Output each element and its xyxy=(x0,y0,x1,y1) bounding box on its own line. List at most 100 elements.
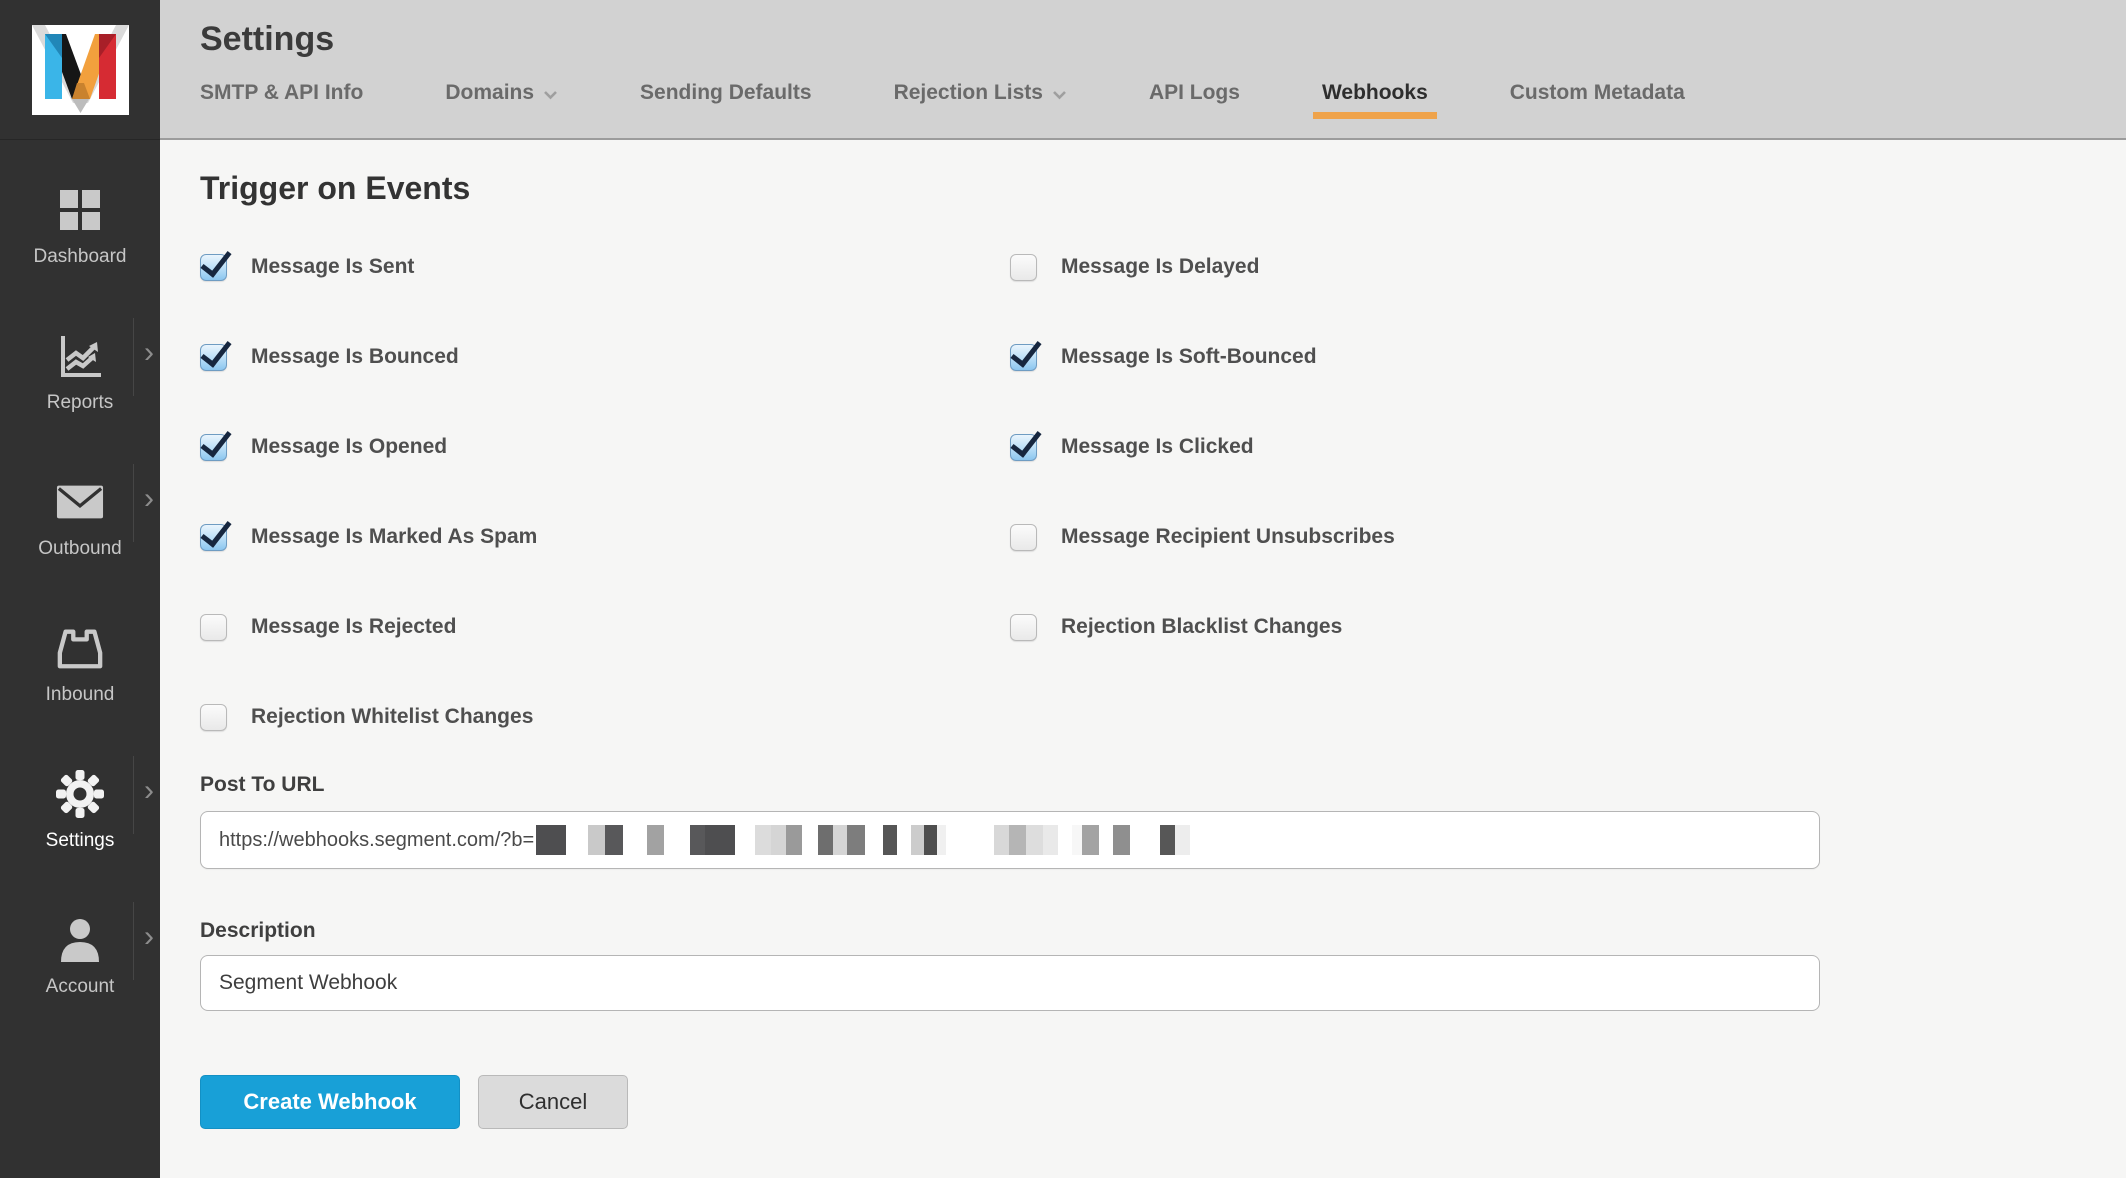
redacted-block xyxy=(690,825,705,855)
sidebar-item-label: Reports xyxy=(47,392,114,414)
tab-webhooks[interactable]: Webhooks xyxy=(1322,81,1428,119)
redacted-block xyxy=(833,825,847,855)
event-row-message-is-soft-bounced: Message Is Soft-Bounced xyxy=(1010,343,1395,371)
event-label: Rejection Whitelist Changes xyxy=(251,705,533,729)
sidebar-nav: DashboardReports›Outbound›InboundSetting… xyxy=(0,140,160,1030)
event-label: Message Is Rejected xyxy=(251,615,456,639)
form-actions: Create Webhook Cancel xyxy=(200,1075,2126,1129)
redacted-block xyxy=(937,825,946,855)
dashboard-grid-icon xyxy=(56,186,104,234)
event-checkbox-rejection-blacklist-changes[interactable] xyxy=(1010,614,1037,641)
tab-rejection-lists[interactable]: Rejection Lists xyxy=(894,81,1067,119)
redacted-url-blocks xyxy=(536,825,1190,855)
chevron-right-icon[interactable]: › xyxy=(144,484,154,514)
redacted-block xyxy=(1043,825,1058,855)
sidebar-item-outbound[interactable]: Outbound› xyxy=(0,446,160,592)
event-label: Message Is Marked As Spam xyxy=(251,525,537,549)
event-checkbox-message-is-rejected[interactable] xyxy=(200,614,227,641)
event-checkbox-message-is-clicked[interactable] xyxy=(1010,434,1037,461)
outbound-envelope-icon xyxy=(56,478,104,526)
redacted-block xyxy=(883,825,897,855)
chevron-right-icon[interactable]: › xyxy=(144,776,154,806)
event-row-message-is-rejected: Message Is Rejected xyxy=(200,613,1010,641)
post-to-url-input[interactable]: https://webhooks.segment.com/?b= xyxy=(200,811,1820,869)
tab-label: SMTP & API Info xyxy=(200,81,363,105)
description-label: Description xyxy=(200,919,2126,943)
tab-sending-defaults[interactable]: Sending Defaults xyxy=(640,81,812,119)
redacted-block xyxy=(705,825,735,855)
tab-label: Rejection Lists xyxy=(894,81,1043,105)
redacted-block xyxy=(605,825,623,855)
redacted-block xyxy=(786,825,802,855)
event-checkbox-message-recipient-unsubscribes[interactable] xyxy=(1010,524,1037,551)
cancel-button[interactable]: Cancel xyxy=(478,1075,628,1129)
sidebar-item-reports[interactable]: Reports › xyxy=(0,300,160,446)
redacted-block xyxy=(1072,825,1082,855)
event-checkbox-message-is-marked-as-spam[interactable] xyxy=(200,524,227,551)
settings-tab-bar: SMTP & API Info Domains Sending Defaults Re… xyxy=(200,81,2126,119)
sidebar-item-label: Account xyxy=(46,976,115,998)
tab-domains[interactable]: Domains xyxy=(445,81,558,119)
settings-gear-icon xyxy=(56,770,104,818)
event-label: Message Is Clicked xyxy=(1061,435,1254,459)
event-checkbox-message-is-soft-bounced[interactable] xyxy=(1010,344,1037,371)
events-column-left: Message Is Sent Message Is Bounced Message… xyxy=(200,253,1010,731)
event-label: Message Is Soft-Bounced xyxy=(1061,345,1317,369)
mandrill-m-logo xyxy=(32,25,129,115)
chevron-right-icon[interactable]: › xyxy=(144,922,154,952)
event-label: Message Is Bounced xyxy=(251,345,459,369)
event-label: Message Is Opened xyxy=(251,435,447,459)
event-label: Message Is Sent xyxy=(251,255,414,279)
event-row-message-is-clicked: Message Is Clicked xyxy=(1010,433,1395,461)
event-row-message-is-delayed: Message Is Delayed xyxy=(1010,253,1395,281)
redacted-block xyxy=(847,825,865,855)
tab-label: API Logs xyxy=(1149,81,1240,105)
sidebar-item-label: Inbound xyxy=(46,684,115,706)
chevron-down-icon xyxy=(543,90,558,100)
flyout-divider xyxy=(133,902,134,980)
sidebar-item-account[interactable]: Account › xyxy=(0,884,160,1030)
tab-label: Sending Defaults xyxy=(640,81,812,105)
events-column-right: Message Is Delayed Message Is Soft-Bounce… xyxy=(1010,253,1395,731)
sidebar-item-label: Settings xyxy=(46,830,115,852)
event-checkbox-message-is-delayed[interactable] xyxy=(1010,254,1037,281)
account-person-icon xyxy=(56,916,104,964)
settings-header: Settings SMTP & API InfoDomainsSending D… xyxy=(160,0,2126,140)
event-row-message-is-marked-as-spam: Message Is Marked As Spam xyxy=(200,523,1010,551)
event-checkbox-message-is-sent[interactable] xyxy=(200,254,227,281)
redacted-block xyxy=(1026,825,1043,855)
redacted-block xyxy=(1175,825,1190,855)
post-to-url-value: https://webhooks.segment.com/?b= xyxy=(219,829,534,852)
event-checkbox-message-is-opened[interactable] xyxy=(200,434,227,461)
event-label: Message Recipient Unsubscribes xyxy=(1061,525,1395,549)
event-checkbox-message-is-bounced[interactable] xyxy=(200,344,227,371)
tab-api-logs[interactable]: API Logs xyxy=(1149,81,1240,119)
event-row-rejection-whitelist-changes: Rejection Whitelist Changes xyxy=(200,703,1010,731)
event-checkbox-rejection-whitelist-changes[interactable] xyxy=(200,704,227,731)
redacted-block xyxy=(536,825,566,855)
redacted-block xyxy=(588,825,605,855)
post-to-url-label: Post To URL xyxy=(200,773,2126,797)
tab-custom-metadata[interactable]: Custom Metadata xyxy=(1510,81,1685,119)
sidebar-item-settings[interactable]: Settings › xyxy=(0,738,160,884)
redacted-block xyxy=(1009,825,1026,855)
redacted-block xyxy=(1082,825,1099,855)
logo-block[interactable] xyxy=(0,0,160,140)
tab-smtp-api-info[interactable]: SMTP & API Info xyxy=(200,81,363,119)
event-label: Message Is Delayed xyxy=(1061,255,1259,279)
chevron-down-icon xyxy=(1052,90,1067,100)
create-webhook-button[interactable]: Create Webhook xyxy=(200,1075,460,1129)
chevron-right-icon[interactable]: › xyxy=(144,338,154,368)
tab-label: Custom Metadata xyxy=(1510,81,1685,105)
event-row-message-is-sent: Message Is Sent xyxy=(200,253,1010,281)
sidebar-item-dashboard[interactable]: Dashboard xyxy=(0,154,160,300)
redacted-block xyxy=(818,825,833,855)
sidebar-item-inbound[interactable]: Inbound xyxy=(0,592,160,738)
event-label: Rejection Blacklist Changes xyxy=(1061,615,1342,639)
webhook-form: Trigger on Events Message Is SentMessage… xyxy=(160,140,2126,1129)
event-row-message-is-opened: Message Is Opened xyxy=(200,433,1010,461)
flyout-divider xyxy=(133,464,134,542)
sidebar: DashboardReports›Outbound›InboundSetting… xyxy=(0,0,160,1178)
description-input[interactable] xyxy=(200,955,1820,1011)
redacted-block xyxy=(994,825,1009,855)
